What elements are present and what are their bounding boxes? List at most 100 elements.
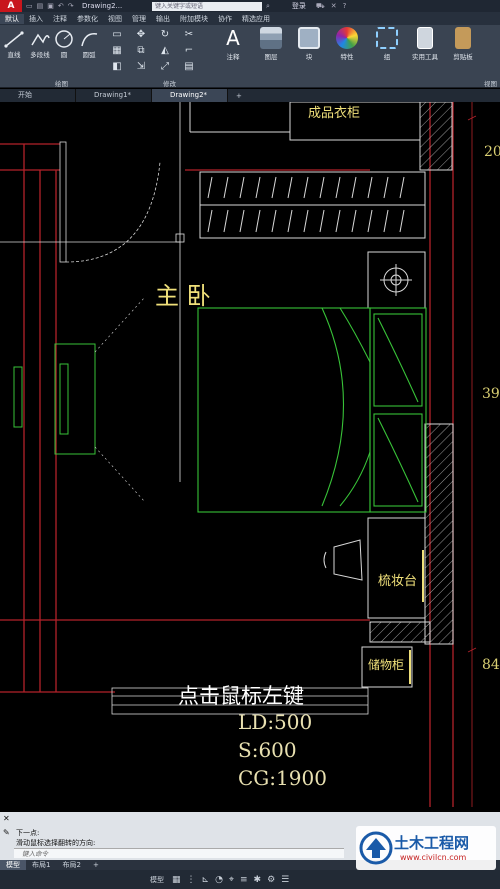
block-label: 块 — [305, 53, 313, 61]
hatch-icon[interactable]: ▦ — [106, 45, 128, 59]
tv-units — [13, 343, 96, 455]
rectangle-icon[interactable]: ▭ — [106, 29, 128, 43]
tab-model[interactable]: 模型 — [0, 860, 26, 870]
window-title: Drawing2... — [82, 2, 123, 10]
copy-icon[interactable]: ⧉ — [130, 45, 152, 59]
ribbon-tab-output[interactable]: 输出 — [151, 14, 175, 24]
ribbon-tab-annotate[interactable]: 注释 — [48, 14, 72, 24]
open-icon[interactable]: ▤ — [37, 2, 44, 10]
region-icon[interactable]: ◧ — [106, 61, 128, 75]
polar-icon[interactable]: ◔ — [215, 875, 223, 885]
annotation-tool[interactable]: A 注释 — [216, 27, 250, 61]
polyline-tool[interactable]: 多段线 — [27, 29, 53, 59]
workspace-icon[interactable]: ⚙ — [267, 875, 275, 885]
help-icon[interactable]: ? — [343, 2, 347, 11]
watermark-emblem-icon — [359, 831, 393, 865]
add-layout-icon[interactable]: + — [87, 860, 105, 870]
tab-start[interactable]: 开始 — [0, 89, 76, 102]
draw-panel-label[interactable]: 绘图 — [55, 78, 68, 88]
ribbon-tab-view[interactable]: 视图 — [103, 14, 127, 24]
autocad-window: A ▭ ▤ ▣ ↶ ↷ Drawing2... 键入关键字或短语 ⌕ 登录 ⛟ … — [0, 0, 500, 889]
ribbon-tab-featured[interactable]: 精选应用 — [237, 14, 275, 24]
search-input[interactable]: 键入关键字或短语 — [152, 1, 262, 11]
ribbon-tab-default[interactable]: 默认 — [0, 13, 24, 24]
watermark-logo: 土木工程网 www.civilcn.com — [356, 826, 496, 870]
rotate-icon[interactable]: ↻ — [154, 29, 176, 43]
tab-layout2[interactable]: 布局2 — [56, 860, 86, 870]
properties-tool[interactable]: 特性 — [330, 27, 364, 61]
array-icon[interactable]: ▤ — [178, 61, 200, 75]
wall-hatch-top — [419, 102, 453, 171]
line-tool[interactable]: 直线 — [2, 29, 26, 59]
arc-tool[interactable]: 圆弧 — [78, 29, 100, 59]
drawing-canvas[interactable]: 成品衣柜 主 卧 梳妆台 储物柜 20 39 84 点击鼠标左键 LD:500 … — [0, 102, 500, 812]
move-icon[interactable]: ✥ — [130, 29, 152, 43]
ribbon-tab-insert[interactable]: 插入 — [24, 14, 48, 24]
clipboard-icon — [455, 27, 471, 49]
wrench-icon[interactable]: ✎ — [3, 828, 10, 837]
clipboard-tool[interactable]: 剪贴板 — [447, 27, 479, 61]
polyline-label: 多段线 — [30, 51, 50, 59]
stretch-icon[interactable]: ⇲ — [130, 61, 152, 75]
wall-hatch-bottom — [369, 621, 431, 643]
ribbon-tab-parametric[interactable]: 参数化 — [72, 14, 103, 24]
command-input[interactable]: 键入命令 — [14, 848, 344, 858]
tab-drawing1[interactable]: Drawing1* — [76, 89, 152, 102]
tab-layout1[interactable]: 布局1 — [26, 860, 56, 870]
trim-icon[interactable]: ✂ — [178, 29, 200, 43]
command-history-line2: 滑动鼠标选择翻转的方向: — [16, 839, 96, 847]
dimension-top: 20 — [484, 144, 500, 160]
command-history-line1: 下一点: — [16, 829, 40, 837]
scale-icon[interactable]: ⤢ — [154, 61, 176, 75]
dimension-mid: 39 — [482, 386, 500, 402]
annotation-icon: A — [226, 26, 240, 50]
ortho-icon[interactable]: ⊾ — [202, 875, 210, 885]
fillet-icon[interactable]: ⌐ — [178, 45, 200, 59]
save-icon[interactable]: ▣ — [47, 2, 54, 10]
title-tools: ⛟ ✕ ? — [316, 2, 346, 11]
annotation-scale-icon[interactable]: ✱ — [254, 875, 262, 885]
close-icon[interactable]: ✕ — [3, 814, 10, 823]
new-tab-icon[interactable]: + — [228, 92, 242, 100]
mirror-icon[interactable]: ◭ — [154, 45, 176, 59]
wardrobe-label: 成品衣柜 — [308, 106, 361, 121]
utilities-tool[interactable]: 实用工具 — [405, 27, 445, 61]
view-panel-label[interactable]: 视图 — [484, 78, 497, 88]
exchange-icon[interactable]: ✕ — [331, 2, 337, 11]
cart-icon[interactable]: ⛟ — [316, 2, 325, 11]
circle-tool[interactable]: 圆 — [54, 29, 74, 59]
grid-icon[interactable]: ▦ — [172, 875, 181, 885]
ribbon-tabs: 默认 插入 注释 参数化 视图 管理 输出 附加模块 协作 精选应用 — [0, 12, 500, 25]
customize-icon[interactable]: ☰ — [281, 875, 289, 885]
lineweight-icon[interactable]: ≡ — [240, 875, 248, 885]
app-logo[interactable]: A — [0, 0, 22, 12]
dresser-label: 梳妆台 — [378, 574, 418, 589]
wardrobe-top — [189, 102, 421, 141]
new-icon[interactable]: ▭ — [26, 2, 33, 10]
projection-lines — [94, 296, 146, 503]
ribbon-tab-addins[interactable]: 附加模块 — [175, 14, 213, 24]
ribbon-tab-manage[interactable]: 管理 — [127, 14, 151, 24]
login-button[interactable]: 登录 — [292, 1, 306, 11]
ld-value: LD:500 — [238, 710, 313, 734]
layers-tool[interactable]: 图层 — [254, 27, 288, 61]
door — [0, 141, 180, 263]
wardrobe — [199, 171, 426, 239]
snap-icon[interactable]: ⋮ — [187, 875, 196, 885]
dresser — [367, 517, 426, 619]
layers-icon — [260, 27, 282, 49]
group-tool[interactable]: 组 — [370, 27, 404, 61]
osnap-icon[interactable]: ⌖ — [229, 875, 234, 885]
ribbon-tab-collaborate[interactable]: 协作 — [213, 14, 237, 24]
ribbon-panel: 直线 多段线 圆 圆弧 绘图 ▭ ✥ ↻ ✂ ▦ ⧉ ◭ ⌐ ◧ ⇲ ⤢ ▤ 修… — [0, 25, 500, 88]
block-tool[interactable]: 块 — [292, 27, 326, 61]
undo-icon[interactable]: ↶ — [58, 2, 64, 10]
modify-panel-label[interactable]: 修改 — [163, 78, 176, 88]
storage-label: 储物柜 — [368, 658, 405, 672]
redo-icon[interactable]: ↷ — [68, 2, 74, 10]
tab-drawing2[interactable]: Drawing2* — [152, 89, 228, 102]
dimension-low: 84 — [482, 657, 500, 673]
search-icon[interactable]: ⌕ — [266, 2, 270, 11]
title-bar: A ▭ ▤ ▣ ↶ ↷ Drawing2... 键入关键字或短语 ⌕ 登录 ⛟ … — [0, 0, 500, 12]
model-space-button[interactable]: 模型 — [146, 875, 168, 885]
